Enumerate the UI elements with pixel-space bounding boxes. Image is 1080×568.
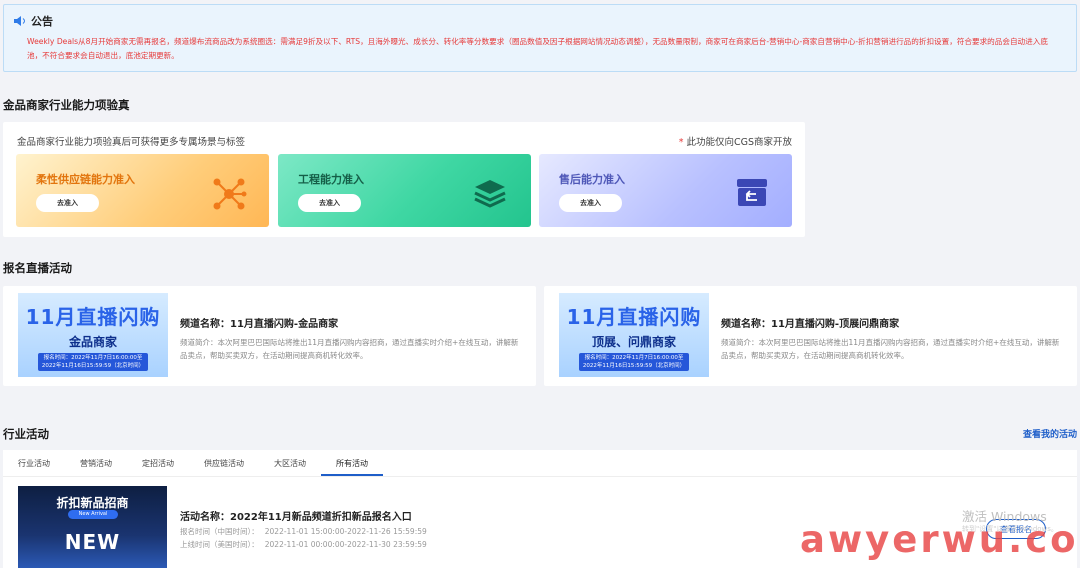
live-card[interactable]: 11月直播闪购 顶展、问鼎商家 报名时间：2022年11月7日16:00:00至… — [544, 286, 1077, 386]
capability-card-title: 工程能力准入 — [298, 173, 364, 186]
capability-panel: 金品商家行业能力项验真后可获得更多专属场景与标签 * 此功能仅向CGS商家开放 柔… — [3, 122, 805, 237]
capability-card-title: 柔性供应链能力准入 — [36, 173, 135, 186]
activity-image-new: NEW — [64, 530, 121, 554]
capability-card-engineering: 工程能力准入 去准入 — [278, 154, 531, 227]
capability-note-text: 此功能仅向CGS商家开放 — [686, 137, 792, 148]
notice-text: Weekly Deals从8月开始商家无需再报名，频道爆布流商品改为系统圈选：需… — [27, 37, 1048, 60]
online-time-label: 上线时间（美国时间）： — [180, 540, 259, 549]
notice-banner: 公告 Weekly Deals从8月开始商家无需再报名，频道爆布流商品改为系统圈… — [3, 4, 1077, 72]
tabs-divider — [3, 476, 1077, 477]
activity-tabs: 行业活动 营销活动 定招活动 供应链活动 大区活动 所有活动 — [3, 450, 1077, 477]
tab-all[interactable]: 所有活动 — [336, 458, 368, 469]
network-icon — [213, 178, 247, 210]
reg-time-value: 2022-11-01 15:00:00-2022-11-26 15:59:59 — [264, 527, 427, 536]
return-box-icon — [737, 179, 767, 206]
banner-time: 报名时间：2022年11月7日16:00:00至 2022年11月16日15:5… — [38, 353, 148, 371]
capability-card-title: 售后能力准入 — [559, 173, 625, 186]
capability-section-title: 金品商家行业能力项验真 — [3, 98, 130, 112]
banner-subtitle: 金品商家 — [68, 335, 117, 349]
reg-time-label: 报名时间（中国时间）： — [180, 527, 259, 536]
banner-headline: 11月直播闪购 — [25, 305, 161, 329]
banner-subtitle: 顶展、问鼎商家 — [591, 335, 676, 349]
online-time-value: 2022-11-01 00:00:00-2022-11-30 23:59:59 — [264, 540, 427, 549]
tab-supply-chain[interactable]: 供应链活动 — [204, 458, 244, 469]
live-banner-image: 11月直播闪购 顶展、问鼎商家 报名时间：2022年11月7日16:00:00至… — [559, 293, 709, 377]
live-channel-desc: 频道简介：本次阿里巴巴国际站将推出11月直播闪购内容招商，通过直播实时介绍+在线… — [721, 338, 1060, 360]
layers-icon — [474, 180, 506, 208]
tab-region[interactable]: 大区活动 — [274, 458, 306, 469]
activity-image[interactable]: 折扣新品招商 New Arrival NEW — [18, 486, 167, 568]
go-access-button[interactable]: 去准入 — [298, 194, 361, 212]
banner-time: 报名时间：2022年11月7日16:00:00至 2022年11月16日15:5… — [579, 353, 689, 371]
live-channel-title: 频道名称：11月直播闪购-顶展问鼎商家 — [721, 319, 900, 330]
live-card[interactable]: 11月直播闪购 金品商家 报名时间：2022年11月7日16:00:00至 20… — [3, 286, 536, 386]
live-channel-desc: 频道简介：本次阿里巴巴国际站将推出11月直播闪购内容招商，通过直播实时介绍+在线… — [180, 338, 519, 360]
activity-online-time: 上线时间（美国时间）： 2022-11-01 00:00:00-2022-11-3… — [180, 539, 433, 550]
capability-note: * 此功能仅向CGS商家开放 — [679, 134, 792, 148]
go-access-button[interactable]: 去准入 — [559, 194, 622, 212]
speaker-icon — [14, 16, 26, 26]
capability-card-flexible-supply: 柔性供应链能力准入 去准入 — [16, 154, 269, 227]
view-my-activities-link[interactable]: 查看我的活动 — [1023, 427, 1077, 440]
go-access-button[interactable]: 去准入 — [36, 194, 99, 212]
activity-title: 活动名称：2022年11月新品频道折扣新品报名入口 — [180, 512, 412, 523]
capability-card-after-sales: 售后能力准入 去准入 — [539, 154, 792, 227]
site-watermark: awyerwu.com — [800, 518, 1080, 561]
tab-targeted[interactable]: 定招活动 — [142, 458, 174, 469]
live-channel-title: 频道名称：11月直播闪购-金品商家 — [180, 319, 339, 330]
capability-desc: 金品商家行业能力项验真后可获得更多专属场景与标签 — [17, 137, 246, 148]
activity-image-pill: New Arrival — [68, 510, 118, 519]
activity-reg-time: 报名时间（中国时间）： 2022-11-01 15:00:00-2022-11-2… — [180, 526, 433, 537]
tab-marketing[interactable]: 营销活动 — [80, 458, 112, 469]
required-star: * — [678, 137, 684, 148]
live-section-title: 报名直播活动 — [3, 261, 72, 275]
industry-section-title: 行业活动 — [3, 427, 49, 441]
live-banner-image: 11月直播闪购 金品商家 报名时间：2022年11月7日16:00:00至 20… — [18, 293, 168, 377]
banner-headline: 11月直播闪购 — [566, 305, 702, 329]
notice-header: 公告 — [13, 13, 53, 29]
tab-industry[interactable]: 行业活动 — [18, 458, 50, 469]
activity-image-title: 折扣新品招商 — [56, 496, 129, 510]
notice-title: 公告 — [31, 15, 53, 28]
